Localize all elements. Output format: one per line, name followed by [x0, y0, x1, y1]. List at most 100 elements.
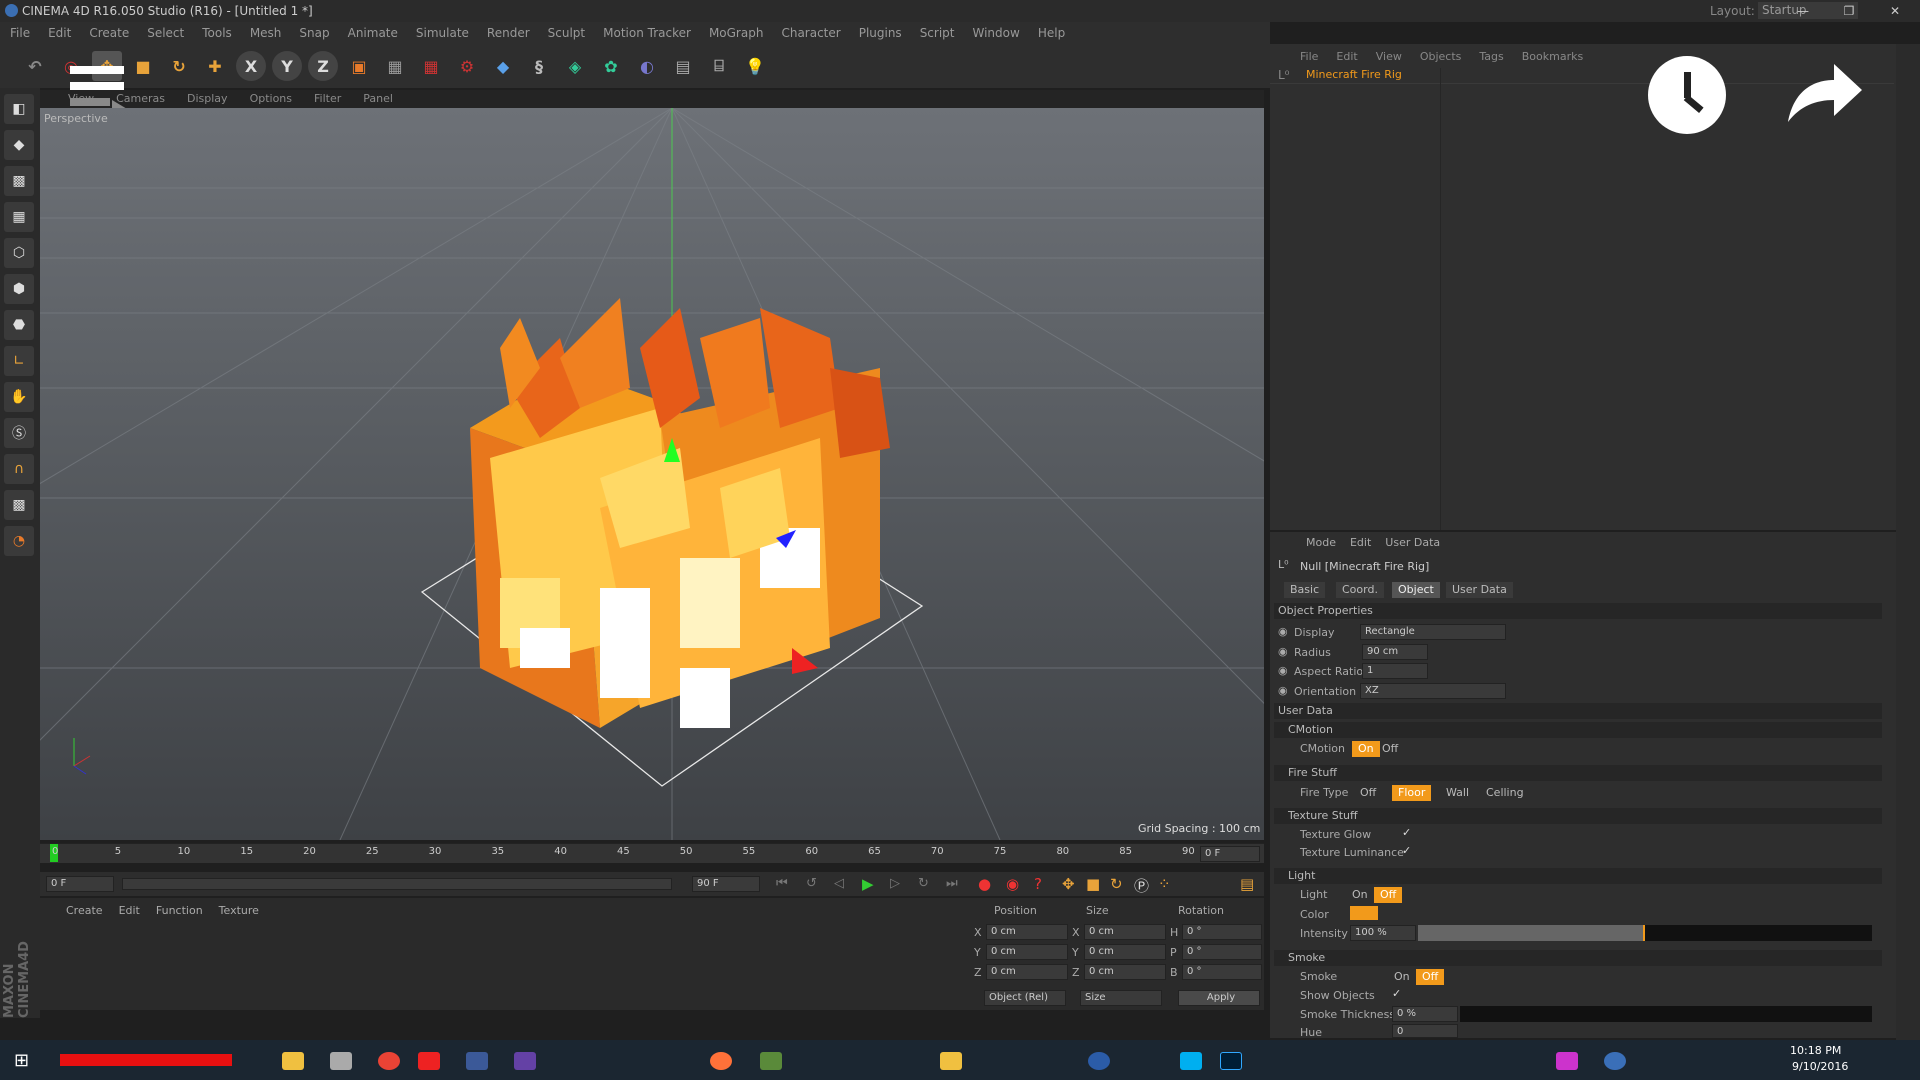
deformer-icon[interactable]: ◐: [632, 51, 662, 81]
group-smoke[interactable]: Smoke: [1274, 950, 1882, 966]
quantize-icon[interactable]: ▩: [4, 490, 34, 520]
radius-radio-icon[interactable]: ◉: [1278, 645, 1288, 658]
aspect-radio-icon[interactable]: ◉: [1278, 664, 1288, 677]
menu-mesh[interactable]: Mesh: [250, 22, 282, 44]
group-light[interactable]: Light: [1274, 868, 1882, 884]
obj-menu-objects[interactable]: Objects: [1420, 50, 1462, 63]
end-frame-field[interactable]: 90 F: [692, 876, 760, 892]
edges-mode-icon[interactable]: ⬢: [4, 274, 34, 304]
clock-icon[interactable]: [1648, 56, 1726, 134]
rotation-b-field[interactable]: 0 °: [1182, 964, 1262, 980]
smoke-off-button[interactable]: Off: [1416, 969, 1445, 985]
autokey-icon[interactable]: ◉: [1006, 875, 1019, 893]
vp-menu-options[interactable]: Options: [250, 90, 292, 108]
orientation-select[interactable]: XZ: [1360, 683, 1506, 699]
menu-mograph[interactable]: MoGraph: [709, 22, 764, 44]
size-x-field[interactable]: 0 cm: [1084, 924, 1166, 940]
group-fire-stuff[interactable]: Fire Stuff: [1274, 765, 1882, 781]
menu-sculpt[interactable]: Sculpt: [548, 22, 585, 44]
aspect-ratio-field[interactable]: 1: [1362, 663, 1428, 679]
cinema4d-taskbar-icon[interactable]: [1088, 1052, 1110, 1070]
store-icon[interactable]: [330, 1052, 352, 1070]
tab-object[interactable]: Object: [1392, 582, 1440, 598]
mat-menu-function[interactable]: Function: [156, 904, 203, 917]
chrome-icon[interactable]: [378, 1052, 400, 1070]
tab-user-data[interactable]: User Data: [1446, 582, 1513, 598]
camera-icon[interactable]: ⌸: [704, 51, 734, 81]
maximize-button[interactable]: ❐: [1826, 0, 1872, 22]
next-frame-icon[interactable]: ▷: [890, 876, 900, 891]
solo-icon[interactable]: Ⓢ: [4, 418, 34, 448]
attr-menu-userdata[interactable]: User Data: [1385, 536, 1440, 549]
size-z-field[interactable]: 0 cm: [1084, 964, 1166, 980]
vp-menu-filter[interactable]: Filter: [314, 90, 341, 108]
prev-frame-icon[interactable]: ◁: [834, 876, 844, 891]
minecraft-icon[interactable]: [760, 1052, 782, 1070]
coordinate-system-icon[interactable]: ▣: [344, 51, 374, 81]
minimize-button[interactable]: —: [1780, 0, 1826, 22]
radius-field[interactable]: 90 cm: [1362, 644, 1428, 660]
render-settings-icon[interactable]: ⚙: [452, 51, 482, 81]
texture-mode-icon[interactable]: ▩: [4, 166, 34, 196]
keyframe-selection-icon[interactable]: ?: [1034, 875, 1042, 893]
x-axis-icon[interactable]: X: [236, 51, 266, 81]
tab-basic[interactable]: Basic: [1284, 582, 1326, 598]
rotation-p-field[interactable]: 0 °: [1182, 944, 1262, 960]
size-y-field[interactable]: 0 cm: [1084, 944, 1166, 960]
skype-icon[interactable]: [1180, 1052, 1202, 1070]
smoke-thickness-slider[interactable]: [1460, 1006, 1872, 1022]
prev-key-icon[interactable]: ↺: [806, 876, 817, 891]
menu-character[interactable]: Character: [781, 22, 840, 44]
timeline-window-icon[interactable]: ▤: [1240, 875, 1254, 893]
record-keys-icon[interactable]: ●: [978, 875, 991, 893]
light-off-button[interactable]: Off: [1374, 887, 1403, 903]
menu-edit[interactable]: Edit: [48, 22, 71, 44]
position-key-icon[interactable]: ✥: [1062, 875, 1075, 893]
preview-range-slider[interactable]: [122, 878, 672, 890]
photoshop-icon[interactable]: [1220, 1052, 1242, 1070]
group-cmotion[interactable]: CMotion: [1274, 722, 1882, 738]
vp-menu-view[interactable]: View: [68, 90, 94, 108]
menu-create[interactable]: Create: [89, 22, 129, 44]
model-mode-icon[interactable]: ◆: [4, 130, 34, 160]
menu-motion-tracker[interactable]: Motion Tracker: [603, 22, 691, 44]
mograph-cloner-icon[interactable]: ✿: [596, 51, 626, 81]
z-axis-icon[interactable]: Z: [308, 51, 338, 81]
menu-plugins[interactable]: Plugins: [859, 22, 902, 44]
texture-luminance-checkbox[interactable]: ✓: [1402, 844, 1411, 857]
scene-floor-icon[interactable]: ▤: [668, 51, 698, 81]
fire-type-floor[interactable]: Floor: [1392, 785, 1432, 801]
file-explorer-icon[interactable]: [282, 1052, 304, 1070]
display-select[interactable]: Rectangle: [1360, 624, 1506, 640]
group-texture-stuff[interactable]: Texture Stuff: [1274, 808, 1882, 824]
obj-menu-bookmarks[interactable]: Bookmarks: [1522, 50, 1583, 63]
obj-menu-tags[interactable]: Tags: [1479, 50, 1503, 63]
scale-tool-icon[interactable]: ■: [128, 51, 158, 81]
itunes-icon[interactable]: [1556, 1052, 1578, 1070]
pla-key-icon[interactable]: ⁘: [1158, 875, 1171, 893]
goto-start-icon[interactable]: ⏮: [776, 876, 788, 891]
intensity-slider[interactable]: [1418, 925, 1872, 941]
parameter-key-icon[interactable]: Ⓟ: [1134, 875, 1149, 896]
light-on-button[interactable]: On: [1346, 887, 1374, 903]
menu-window[interactable]: Window: [973, 22, 1020, 44]
workplane-icon[interactable]: ▦: [4, 202, 34, 232]
close-button[interactable]: ✕: [1872, 0, 1918, 22]
obj-menu-edit[interactable]: Edit: [1336, 50, 1357, 63]
menu-animate[interactable]: Animate: [348, 22, 398, 44]
position-y-field[interactable]: 0 cm: [986, 944, 1068, 960]
points-mode-icon[interactable]: ⬡: [4, 238, 34, 268]
spline-icon[interactable]: §: [524, 51, 554, 81]
y-axis-icon[interactable]: Y: [272, 51, 302, 81]
steam-icon[interactable]: [1604, 1052, 1626, 1070]
windows-start-icon[interactable]: ⊞: [14, 1050, 29, 1071]
twitch-icon[interactable]: [514, 1052, 536, 1070]
firefox-icon[interactable]: [710, 1052, 732, 1070]
intensity-field[interactable]: 100 %: [1350, 925, 1416, 941]
position-z-field[interactable]: 0 cm: [986, 964, 1068, 980]
fire-type-wall[interactable]: Wall: [1440, 785, 1475, 801]
rotation-key-icon[interactable]: ↻: [1110, 875, 1123, 893]
fire-type-celling[interactable]: Celling: [1480, 785, 1530, 801]
snap-magnet-icon[interactable]: ∩: [4, 454, 34, 484]
perspective-viewport[interactable]: [40, 108, 1264, 840]
